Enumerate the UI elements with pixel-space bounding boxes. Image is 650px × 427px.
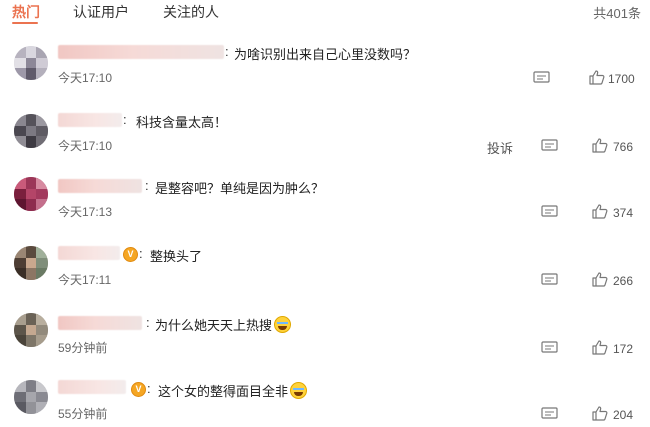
report-button[interactable]: 投诉 bbox=[487, 138, 513, 157]
username-blurred[interactable] bbox=[58, 380, 126, 394]
username-blurred[interactable] bbox=[58, 113, 122, 127]
comment-icon[interactable] bbox=[541, 341, 558, 354]
separator-colon: : bbox=[147, 381, 151, 396]
like-count: 766 bbox=[613, 140, 634, 154]
comment-text: 为什么她天天上热搜 bbox=[155, 315, 292, 334]
thumbs-up-icon[interactable] bbox=[592, 204, 608, 219]
comment-item: : 为什么她天天上热搜 59分钟前 172 bbox=[0, 311, 650, 378]
tab-verified-users[interactable]: 认证用户 bbox=[73, 2, 129, 22]
vip-badge-icon: V bbox=[131, 382, 146, 397]
comment-text: 是整容吧？单纯是因为肿么？ bbox=[155, 181, 325, 196]
comment-time: 55分钟前 bbox=[58, 407, 108, 421]
laugh-cry-emoji-icon bbox=[274, 316, 292, 333]
thumbs-up-icon[interactable] bbox=[592, 406, 608, 421]
separator-colon: : bbox=[225, 44, 229, 59]
comment-time: 今天17:10 bbox=[58, 139, 113, 153]
avatar[interactable] bbox=[14, 114, 48, 148]
username-blurred[interactable] bbox=[58, 179, 142, 193]
avatar[interactable] bbox=[14, 46, 48, 80]
comment-item: : 科技含量太高！ 今天17:10 投诉 766 bbox=[0, 106, 650, 173]
comment-icon[interactable] bbox=[541, 273, 558, 286]
comment-item: V : 整换头了 今天17:11 266 bbox=[0, 243, 650, 310]
avatar[interactable] bbox=[14, 177, 48, 211]
comment-time: 今天17:10 bbox=[58, 71, 113, 85]
separator-colon: : bbox=[123, 112, 127, 127]
comment-icon[interactable] bbox=[541, 139, 558, 152]
thumbs-up-icon[interactable] bbox=[592, 138, 608, 153]
total-comment-count: 共401条 bbox=[593, 6, 641, 21]
username-blurred[interactable] bbox=[58, 246, 120, 260]
like-count: 204 bbox=[613, 408, 634, 422]
thumbs-up-icon[interactable] bbox=[589, 70, 605, 85]
separator-colon: : bbox=[146, 315, 150, 330]
comment-time: 今天17:11 bbox=[58, 273, 112, 287]
username-blurred[interactable] bbox=[58, 316, 142, 330]
vip-badge-icon: V bbox=[123, 247, 138, 262]
like-count: 1700 bbox=[608, 72, 635, 86]
comment-item: V : 这个女的整得面目全非 55分钟前 204 bbox=[0, 377, 650, 427]
avatar[interactable] bbox=[14, 313, 48, 347]
avatar[interactable] bbox=[14, 380, 48, 414]
comment-item: : 是整容吧？单纯是因为肿么？ 今天17:13 374 bbox=[0, 175, 650, 242]
tab-bar: 热门 认证用户 关注的人 共401条 bbox=[0, 0, 650, 26]
username-blurred[interactable] bbox=[58, 45, 224, 59]
comment-time: 今天17:13 bbox=[58, 205, 113, 219]
separator-colon: : bbox=[145, 178, 149, 193]
comment-text: 整换头了 bbox=[150, 249, 203, 264]
tab-hot[interactable]: 热门 bbox=[12, 2, 40, 22]
separator-colon: : bbox=[139, 246, 143, 261]
active-tab-indicator bbox=[12, 22, 38, 24]
tab-following[interactable]: 关注的人 bbox=[163, 2, 219, 22]
thumbs-up-icon[interactable] bbox=[592, 272, 608, 287]
comment-text: 这个女的整得面目全非 bbox=[158, 381, 308, 400]
like-count: 266 bbox=[613, 274, 634, 288]
thumbs-up-icon[interactable] bbox=[592, 340, 608, 355]
comment-time: 59分钟前 bbox=[58, 341, 108, 355]
comment-icon[interactable] bbox=[541, 407, 558, 420]
comment-item: : 为啥识别出来自己心里没数吗？ 今天17:10 1700 bbox=[0, 38, 650, 105]
like-count: 374 bbox=[613, 206, 634, 220]
comment-text: 科技含量太高！ bbox=[136, 115, 228, 130]
comment-text: 为啥识别出来自己心里没数吗？ bbox=[234, 47, 417, 62]
comment-icon[interactable] bbox=[533, 71, 550, 84]
like-count: 172 bbox=[613, 342, 634, 356]
laugh-cry-emoji-icon bbox=[290, 382, 308, 399]
comment-icon[interactable] bbox=[541, 205, 558, 218]
avatar[interactable] bbox=[14, 246, 48, 280]
